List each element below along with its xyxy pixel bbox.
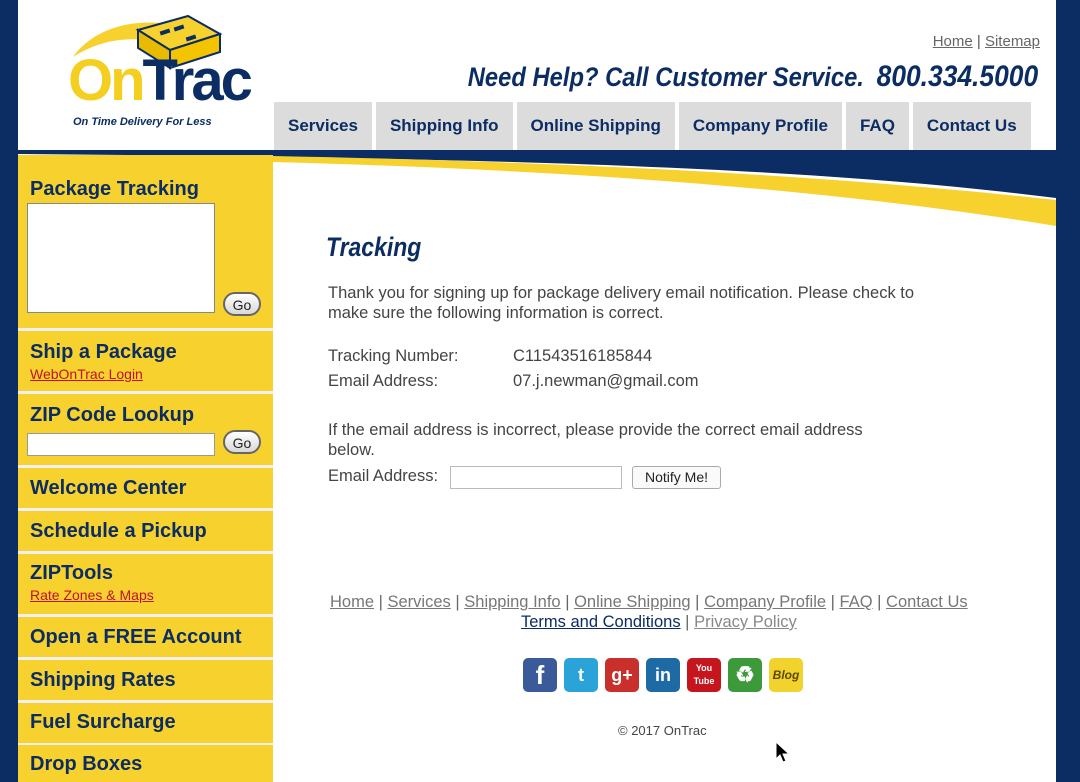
sidebar-item-ziptools[interactable]: ZIPTools Rate Zones & Maps: [18, 554, 273, 614]
main-nav: Services Shipping Info Online Shipping C…: [274, 102, 1031, 150]
new-email-input[interactable]: [450, 466, 622, 489]
email-address-label: Email Address:: [328, 372, 439, 390]
google-plus-icon[interactable]: g+: [605, 658, 639, 692]
footer-contact-us-link[interactable]: Contact Us: [886, 593, 968, 611]
ship-package-title[interactable]: Ship a Package: [30, 341, 177, 364]
tracking-number-value: C11543516185844: [513, 347, 653, 365]
top-links-separator: |: [976, 33, 981, 50]
footer-sep: |: [685, 613, 690, 631]
rate-zones-link[interactable]: Rate Zones & Maps: [30, 587, 154, 603]
nav-contact-us[interactable]: Contact Us: [912, 102, 1031, 150]
correction-message: If the email address is incorrect, pleas…: [328, 421, 863, 459]
nav-services[interactable]: Services: [274, 102, 372, 150]
terms-link[interactable]: Terms and Conditions: [521, 613, 681, 631]
nav-faq[interactable]: FAQ: [845, 102, 909, 150]
open-account-label[interactable]: Open a FREE Account: [30, 626, 242, 649]
header: OnTrac On Time Delivery For Less Home | …: [18, 0, 1056, 150]
sidebar-item-fuel-surcharge[interactable]: Fuel Surcharge: [18, 703, 273, 743]
notify-me-button[interactable]: Notify Me!: [632, 466, 721, 489]
footer-sep: |: [877, 593, 882, 611]
email-address-row: Email Address: 07.j.newman@gmail.com: [328, 372, 699, 391]
schedule-pickup-label[interactable]: Schedule a Pickup: [30, 520, 207, 543]
drop-boxes-label[interactable]: Drop Boxes: [30, 753, 142, 776]
top-home-link[interactable]: Home: [933, 33, 973, 50]
tracking-number-row: Tracking Number: C11543516185844: [328, 347, 652, 366]
ontrac-logo[interactable]: OnTrac On Time Delivery For Less: [68, 12, 253, 137]
footer-legal-links: Terms and Conditions | Privacy Policy: [521, 613, 797, 632]
tracking-number-textarea[interactable]: [27, 203, 215, 313]
sidebar-item-ship-package[interactable]: Ship a Package WebOnTrac Login: [18, 331, 273, 391]
sidebar-item-drop-boxes[interactable]: Drop Boxes: [18, 745, 273, 782]
footer-shipping-info-link[interactable]: Shipping Info: [464, 593, 560, 611]
footer-sep: |: [378, 593, 383, 611]
top-sitemap-link[interactable]: Sitemap: [985, 33, 1040, 50]
mouse-cursor-icon: [775, 741, 791, 763]
zip-lookup-box: ZIP Code Lookup Go: [18, 394, 273, 465]
footer-online-shipping-link[interactable]: Online Shipping: [574, 593, 691, 611]
zip-go-button[interactable]: Go: [223, 430, 261, 454]
package-tracking-title: Package Tracking: [30, 178, 199, 200]
help-message: Need Help? Call Customer Service.: [467, 62, 864, 92]
recycle-icon[interactable]: ♻: [728, 658, 762, 692]
footer-faq-link[interactable]: FAQ: [840, 593, 873, 611]
sidebar-item-welcome-center[interactable]: Welcome Center: [18, 468, 273, 508]
zip-lookup-title: ZIP Code Lookup: [30, 404, 195, 426]
welcome-center-label[interactable]: Welcome Center: [30, 477, 186, 500]
privacy-link[interactable]: Privacy Policy: [694, 613, 797, 631]
twitter-icon[interactable]: t: [564, 658, 598, 692]
email-address-value: 07.j.newman@gmail.com: [513, 372, 699, 390]
sidebar-item-shipping-rates[interactable]: Shipping Rates: [18, 660, 273, 700]
footer-sep: |: [695, 593, 700, 611]
shipping-rates-label[interactable]: Shipping Rates: [30, 669, 176, 692]
sidebar: Package Tracking Go Ship a Package WebOn…: [18, 155, 273, 782]
footer-links: Home | Services | Shipping Info | Online…: [330, 593, 995, 612]
footer-sep: |: [565, 593, 570, 611]
customer-service-banner: Need Help? Call Customer Service. 800.33…: [468, 60, 1038, 94]
logo-wordmark: OnTrac: [68, 48, 253, 113]
facebook-icon[interactable]: f: [523, 658, 557, 692]
social-icons: f t g+ in You Tube ♻ Blog: [523, 658, 803, 692]
ziptools-title[interactable]: ZIPTools: [30, 562, 113, 585]
footer-company-profile-link[interactable]: Company Profile: [704, 593, 826, 611]
sidebar-item-open-account[interactable]: Open a FREE Account: [18, 617, 273, 657]
logo-tagline: On Time Delivery For Less: [73, 116, 212, 128]
webontrac-login-link[interactable]: WebOnTrac Login: [30, 366, 143, 382]
nav-company-profile[interactable]: Company Profile: [678, 102, 842, 150]
help-phone: 800.334.5000: [876, 60, 1038, 93]
nav-shipping-info[interactable]: Shipping Info: [375, 102, 513, 150]
copyright: © 2017 OnTrac: [618, 723, 707, 738]
tracking-go-button[interactable]: Go: [223, 292, 261, 316]
new-email-label: Email Address:: [328, 467, 439, 485]
linkedin-icon[interactable]: in: [646, 658, 680, 692]
confirmation-message: Thank you for signing up for package del…: [328, 284, 915, 322]
nav-online-shipping[interactable]: Online Shipping: [516, 102, 675, 150]
youtube-icon[interactable]: You Tube: [687, 658, 721, 692]
zip-code-input[interactable]: [27, 433, 215, 456]
top-links: Home | Sitemap: [933, 33, 1040, 50]
sidebar-item-schedule-pickup[interactable]: Schedule a Pickup: [18, 511, 273, 551]
footer-services-link[interactable]: Services: [388, 593, 451, 611]
footer-sep: |: [455, 593, 460, 611]
footer-home-link[interactable]: Home: [330, 593, 374, 611]
page-title: Tracking: [326, 232, 422, 262]
package-tracking-box: Package Tracking Go: [18, 155, 273, 328]
footer-sep: |: [830, 593, 835, 611]
page: OnTrac On Time Delivery For Less Home | …: [18, 0, 1056, 782]
fuel-surcharge-label[interactable]: Fuel Surcharge: [30, 711, 176, 734]
tracking-number-label: Tracking Number:: [328, 347, 459, 365]
blog-icon[interactable]: Blog: [769, 658, 803, 692]
